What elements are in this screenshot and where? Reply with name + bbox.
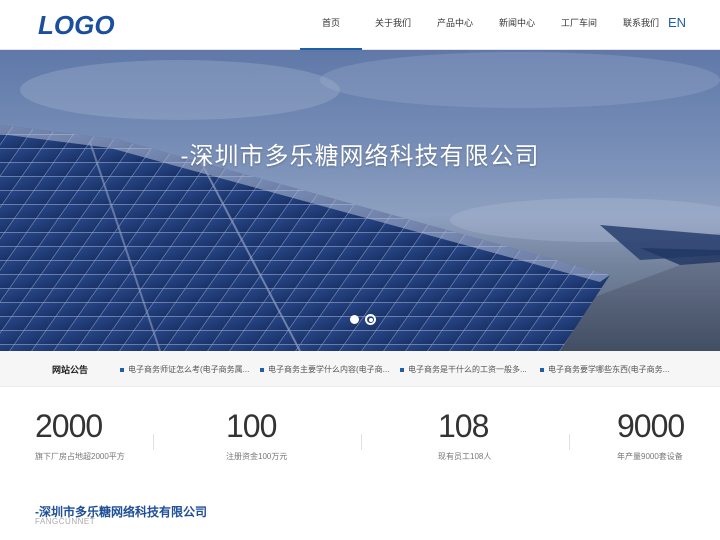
stat-value: 9000 bbox=[617, 408, 685, 444]
main-nav: 首页 关于我们 产品中心 新闻中心 工厂车间 联系我们 bbox=[300, 0, 672, 50]
stat-value: 100 bbox=[226, 408, 277, 444]
stat-divider bbox=[569, 434, 570, 450]
stat-description: 旗下厂房占地超2000平方 bbox=[35, 452, 125, 461]
stat-divider bbox=[361, 434, 362, 450]
carousel-dots bbox=[350, 314, 376, 325]
announcement-item[interactable]: 电子商务要学哪些东西(电子商务... bbox=[540, 364, 680, 375]
square-bullet-icon bbox=[400, 367, 404, 372]
nav-item-home[interactable]: 首页 bbox=[300, 0, 362, 50]
stat-capital: 100 注册资金100万元 bbox=[226, 408, 366, 462]
square-bullet-icon bbox=[260, 367, 264, 372]
announcement-item[interactable]: 电子商务是干什么的工资一般多... bbox=[400, 364, 540, 375]
announcement-text: 电子商务要学哪些东西(电子商务... bbox=[548, 365, 670, 374]
site-header: LOGO 首页 关于我们 产品中心 新闻中心 工厂车间 联系我们 EN bbox=[0, 0, 720, 50]
announcement-item[interactable]: 电子商务主要学什么内容(电子商... bbox=[260, 364, 400, 375]
stat-description: 年产量9000套设备 bbox=[617, 452, 683, 461]
stat-description: 注册资金100万元 bbox=[226, 452, 288, 461]
square-bullet-icon bbox=[120, 367, 124, 372]
announcement-list: 电子商务师证怎么考(电子商务属... 电子商务主要学什么内容(电子商... 电子… bbox=[120, 364, 680, 375]
hero-banner[interactable]: -深圳市多乐糖网络科技有限公司 bbox=[0, 50, 720, 351]
announcement-text: 电子商务师证怎么考(电子商务属... bbox=[128, 365, 250, 374]
nav-item-factory[interactable]: 工厂车间 bbox=[548, 0, 610, 50]
nav-item-contact[interactable]: 联系我们 bbox=[610, 0, 672, 50]
stat-description: 现有员工108人 bbox=[438, 452, 492, 461]
announcement-bar: 网站公告 电子商务师证怎么考(电子商务属... 电子商务主要学什么内容(电子商.… bbox=[0, 351, 720, 387]
stat-value: 108 bbox=[438, 408, 489, 444]
carousel-dot-2-active[interactable] bbox=[365, 314, 376, 325]
nav-item-about[interactable]: 关于我们 bbox=[362, 0, 424, 50]
site-logo[interactable]: LOGO bbox=[38, 10, 115, 41]
stats-section: 2000 旗下厂房占地超2000平方 100 注册资金100万元 108 现有员… bbox=[0, 388, 720, 478]
carousel-dot-1[interactable] bbox=[350, 315, 359, 324]
company-subtitle: FANGCUNNET bbox=[35, 517, 96, 526]
nav-item-news[interactable]: 新闻中心 bbox=[486, 0, 548, 50]
stat-divider bbox=[153, 434, 154, 450]
announcement-text: 电子商务主要学什么内容(电子商... bbox=[268, 365, 390, 374]
stat-value: 2000 bbox=[35, 408, 103, 444]
nav-item-products[interactable]: 产品中心 bbox=[424, 0, 486, 50]
square-bullet-icon bbox=[540, 367, 544, 372]
solar-panel-illustration bbox=[0, 50, 720, 351]
announcement-item[interactable]: 电子商务师证怎么考(电子商务属... bbox=[120, 364, 260, 375]
stat-employees: 108 现有员工108人 bbox=[438, 408, 578, 462]
language-switch[interactable]: EN bbox=[668, 15, 686, 30]
announcement-label: 网站公告 bbox=[52, 365, 89, 375]
stat-output: 9000 年产量9000套设备 bbox=[617, 408, 720, 462]
announcement-text: 电子商务是干什么的工资一般多... bbox=[408, 365, 527, 374]
banner-title: -深圳市多乐糖网络科技有限公司 bbox=[180, 143, 540, 170]
stat-factory-area: 2000 旗下厂房占地超2000平方 bbox=[35, 408, 175, 462]
